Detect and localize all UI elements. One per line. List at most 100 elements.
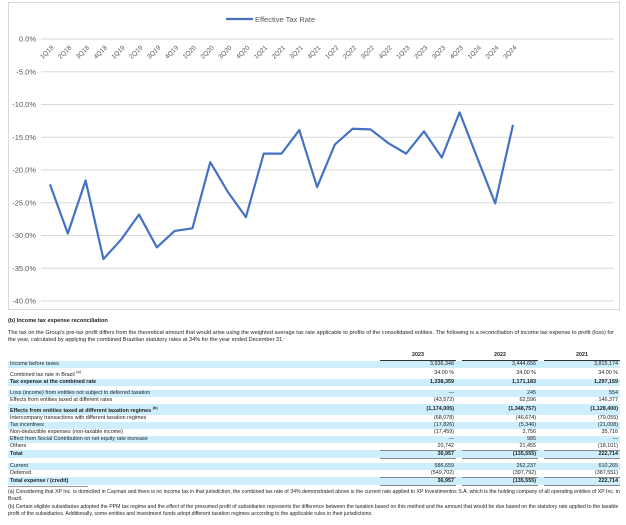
cell-value: (17,826) — [380, 421, 456, 429]
row-label: Deferred — [8, 470, 374, 478]
x-tick-label: 1Q21 — [253, 44, 269, 60]
intro-paragraph: The tax on the Group's pre-tax profit di… — [8, 330, 614, 343]
table-row: Current 586,659 262,237 610,265 — [8, 462, 620, 470]
row-label-text: Combined tax rate in Brazil — [10, 371, 75, 378]
legend-label[interactable]: Effective Tax Rate — [255, 15, 315, 24]
table-row: Effects from entities taxed at different… — [8, 397, 620, 404]
cell-value: 554 — [544, 389, 620, 397]
table-row: Effect from Social Contribution on net e… — [8, 435, 620, 443]
footnote-ref: (a) — [76, 369, 82, 374]
row-label: Current — [8, 462, 374, 470]
cell-value: 586,659 — [380, 462, 456, 470]
footnote-ref: (b) — [152, 404, 158, 410]
table-row: Income before taxes 3,936,348 3,444,656 3,8… — [8, 360, 620, 368]
x-tick-label: 1Q22 — [324, 44, 340, 60]
x-tick-label: 2Q22 — [342, 44, 358, 60]
footnote-divider — [8, 486, 88, 487]
line-chart: 0.0% -5.0% -10.0% -15.0% -20.0% -25.0% -30.0% -… — [12, 15, 614, 306]
y-tick-label: -20.0% — [12, 166, 36, 175]
x-tick-label: 4Q23 — [449, 44, 465, 60]
section-heading: (b) Income tax expense reconciliation — [8, 318, 620, 325]
cell-value: 35,716 — [601, 428, 619, 435]
cell-value: (135,555) — [462, 449, 538, 459]
row-label-text: Income before taxes — [10, 360, 59, 367]
x-tick-label: 1Q20 — [182, 44, 198, 60]
cell-value: — — [544, 435, 620, 443]
cell-value: — — [380, 435, 456, 443]
x-tick-label: 4Q21 — [306, 44, 322, 60]
row-label-text: Effects from entities taxed at different… — [10, 396, 113, 403]
table-row: Others 20,742 21,455 (18,101) — [8, 443, 620, 451]
table-row: Intercompany transactions with different… — [8, 415, 620, 422]
table-row: Effects from entities taxed at different… — [8, 403, 620, 415]
cell-value: (68,078) — [433, 414, 454, 421]
y-tick-label: -25.0% — [12, 198, 36, 207]
row-label: Income before taxes — [8, 360, 374, 368]
y-tick-label: -5.0% — [16, 67, 36, 76]
heading-text: (b) Income tax expense reconciliation — [8, 318, 108, 324]
row-label-text: Deferred — [10, 469, 31, 476]
x-tick-label: 2Q21 — [271, 44, 287, 60]
cell-value: 1,338,359 — [380, 378, 456, 386]
cell-value: 20,742 — [437, 442, 455, 449]
cell-value: (397,792) — [512, 469, 536, 476]
cell-value: (18,101) — [597, 442, 618, 449]
row-label: Total expense / (credit) — [8, 477, 374, 486]
series-line — [48, 111, 515, 261]
cell-value: 146,377 — [598, 396, 619, 403]
cell-value: 1,171,183 — [462, 378, 538, 386]
cell-value: (21,008) — [544, 421, 620, 429]
cell-value: (1,348,757) — [462, 403, 538, 415]
x-tick-label: 3Q20 — [217, 44, 233, 60]
x-tick-label: 2Q18 — [57, 44, 73, 60]
row-label: Non-deductible expenses (non-taxable inc… — [8, 429, 374, 436]
cell-value: 3,444,656 — [462, 360, 538, 368]
cell-value: 36,957 — [380, 449, 456, 459]
x-tick-label: 4Q22 — [378, 44, 394, 60]
row-label: Total — [8, 450, 374, 459]
year-header: 2022 — [462, 351, 538, 361]
row-label-text: Effects from entities taxed at different… — [10, 407, 152, 414]
row-label: Effects from entities taxed at different… — [8, 397, 374, 404]
x-tick-label: 4Q19 — [164, 44, 180, 60]
cell-value: 245 — [462, 389, 538, 397]
row-label-text: Tax expense at the combined rate — [10, 378, 97, 385]
y-tick-label: -10.0% — [12, 100, 36, 109]
x-tick-label: 3Q24 — [502, 44, 518, 60]
y-tick-label: 0.0% — [19, 35, 36, 44]
cell-value: 222,714 — [544, 449, 620, 459]
row-label-text: Total expense / (credit) — [10, 477, 69, 484]
cell-value: (17,459) — [433, 428, 454, 435]
table-row: Combined tax rate in Brazil (a) 34.00 % 34… — [8, 368, 620, 379]
row-label: Others — [8, 443, 374, 451]
table-row: Tax expense at the combined rate 1,338,35… — [8, 378, 620, 386]
x-tick-label: 4Q20 — [235, 44, 251, 60]
x-tick-label: 1Q23 — [395, 44, 411, 60]
x-tick-label: 2Q24 — [484, 44, 500, 60]
year-header: 2023 — [380, 351, 456, 361]
y-tick-label: -30.0% — [12, 231, 36, 240]
footnote-a: (a) Considering that XP Inc. is domicile… — [8, 489, 620, 502]
x-tick-label: 4Q18 — [93, 44, 109, 60]
year-header: 2021 — [544, 351, 620, 361]
row-label: Intercompany transactions with different… — [8, 415, 374, 422]
cell-value: (46,674) — [515, 414, 536, 421]
row-label-text: Tax incentives — [10, 421, 44, 428]
cell-value: (1,128,400) — [544, 403, 620, 415]
row-label: Loss (income) from entities not subject … — [8, 389, 374, 397]
cell-value: — — [380, 389, 456, 397]
table-row: Loss (income) from entities not subject … — [8, 389, 620, 397]
x-tick-label: 1Q18 — [39, 44, 55, 60]
x-tick-label: 1Q19 — [110, 44, 126, 60]
cell-value: 34.00 % — [598, 369, 618, 376]
row-label-text: Current — [10, 462, 28, 469]
cell-value: (1,174,005) — [380, 403, 456, 415]
reconciliation-table: 2023 2022 2021 Income before taxes 3,936,348… — [8, 351, 620, 486]
x-tick-label: 3Q22 — [360, 44, 376, 60]
cell-value: 3,756 — [522, 428, 537, 435]
cell-value: 62,596 — [519, 396, 537, 403]
row-label-text: Others — [10, 442, 27, 449]
row-label-text: Intercompany transactions with different… — [10, 414, 147, 421]
cell-value: (549,702) — [430, 469, 454, 476]
row-label-text: Effect from Social Contribution on net e… — [10, 435, 148, 442]
